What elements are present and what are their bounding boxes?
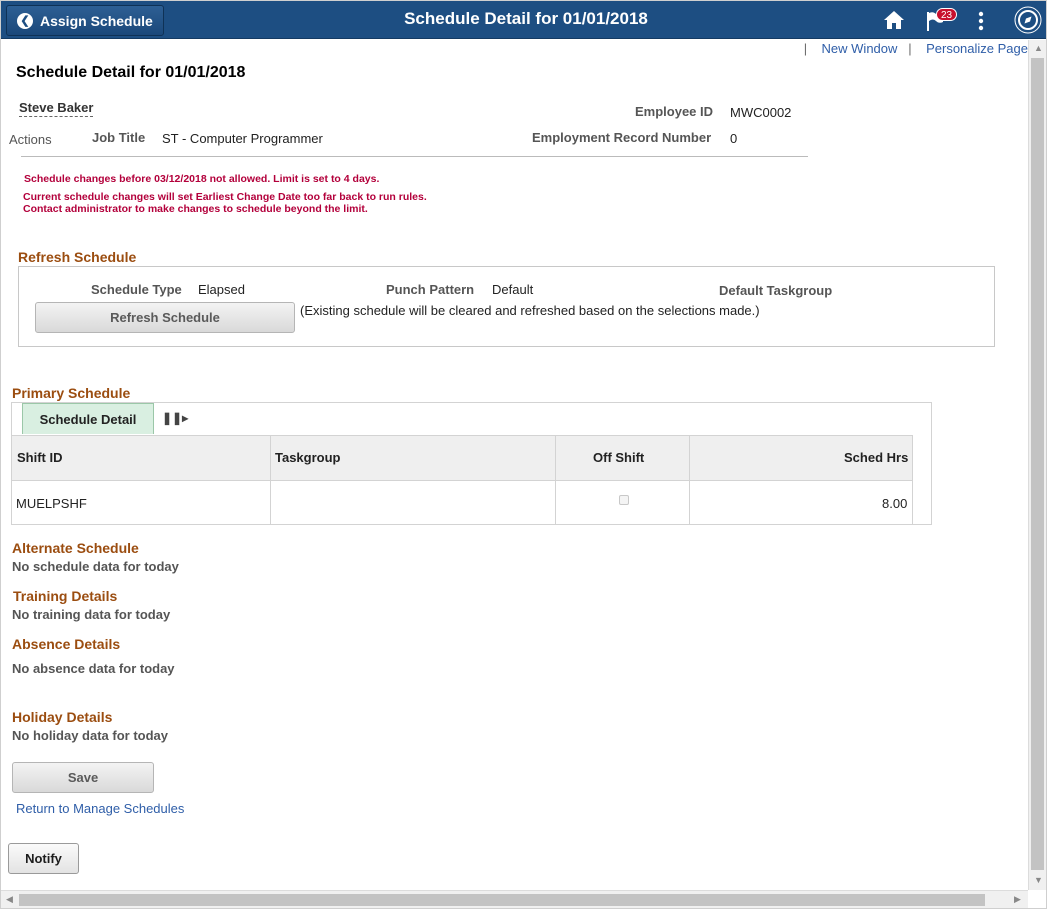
job-title-value: ST - Computer Programmer (162, 131, 323, 146)
scroll-right-icon[interactable]: ▶ (1014, 894, 1021, 905)
horizontal-scroll-thumb[interactable] (19, 894, 985, 906)
page-title: Schedule Detail for 01/01/2018 (16, 64, 245, 82)
column-divider (912, 435, 913, 524)
scroll-left-icon[interactable]: ◀ (6, 894, 13, 905)
training-details-message: No training data for today (12, 607, 170, 622)
chevron-left-icon: ❮ (17, 13, 33, 29)
refresh-schedule-section-title: Refresh Schedule (18, 249, 136, 265)
home-icon[interactable] (882, 9, 906, 34)
vertical-scrollbar[interactable]: ▲ ▼ (1028, 40, 1046, 890)
employee-name-link[interactable]: Steve Baker (19, 100, 93, 117)
return-to-manage-schedules-link[interactable]: Return to Manage Schedules (16, 801, 184, 816)
actions-menu[interactable]: Actions (9, 132, 52, 147)
absence-details-section-title: Absence Details (12, 636, 120, 652)
alternate-schedule-section-title: Alternate Schedule (12, 540, 139, 556)
warning-message: Schedule changes before 03/12/2018 not a… (24, 173, 379, 185)
grid-header-row (12, 435, 912, 481)
notify-button-label: Notify (25, 851, 62, 866)
page-content: | New Window | Personalize Page Schedule… (1, 40, 1028, 890)
schedule-type-value: Elapsed (198, 282, 245, 297)
warning-message: Current schedule changes will set Earlie… (23, 191, 427, 203)
default-taskgroup-label: Default Taskgroup (719, 283, 832, 298)
employment-record-label: Employment Record Number (532, 130, 711, 145)
navbar-compass-icon[interactable] (1013, 5, 1043, 38)
separator: | (908, 41, 911, 56)
punch-pattern-label: Punch Pattern (386, 282, 474, 297)
refresh-schedule-button[interactable]: Refresh Schedule (35, 302, 295, 333)
show-all-columns-icon[interactable]: ❚❚▸ (162, 411, 188, 425)
save-button-label: Save (68, 770, 98, 785)
column-header-sched-hrs: Sched Hrs (844, 450, 908, 465)
horizontal-scrollbar[interactable]: ◀ ▶ (1, 890, 1028, 908)
column-divider (270, 435, 271, 524)
employee-id-label: Employee ID (635, 104, 713, 119)
refresh-note: (Existing schedule will be cleared and r… (300, 303, 760, 318)
holiday-details-message: No holiday data for today (12, 728, 168, 743)
vertical-scroll-thumb[interactable] (1031, 58, 1044, 870)
top-links: | New Window | Personalize Page (804, 41, 1028, 56)
employee-id-value: MWC0002 (730, 105, 791, 120)
employment-record-value: 0 (730, 131, 737, 146)
column-header-shift-id: Shift ID (17, 450, 63, 465)
tab-label: Schedule Detail (40, 412, 137, 427)
notify-button[interactable]: Notify (8, 843, 79, 874)
more-vertical-icon[interactable] (976, 10, 986, 35)
primary-schedule-section-title: Primary Schedule (12, 385, 130, 401)
divider (21, 156, 808, 157)
column-header-off-shift: Off Shift (593, 450, 644, 465)
schedule-type-label: Schedule Type (91, 282, 182, 297)
new-window-link[interactable]: New Window (822, 41, 898, 56)
scroll-up-icon[interactable]: ▲ (1034, 43, 1043, 53)
separator: | (804, 41, 807, 56)
tab-schedule-detail[interactable]: Schedule Detail (22, 403, 154, 434)
schedule-grid: Schedule Detail ❚❚▸ Shift ID Taskgroup O… (11, 402, 932, 525)
back-button-label: Assign Schedule (40, 13, 153, 29)
refresh-schedule-button-label: Refresh Schedule (110, 310, 220, 325)
column-divider (689, 435, 690, 524)
save-button[interactable]: Save (12, 762, 154, 793)
notification-count-badge: 23 (936, 8, 957, 21)
scroll-down-icon[interactable]: ▼ (1034, 875, 1043, 885)
holiday-details-section-title: Holiday Details (12, 709, 112, 725)
absence-details-message: No absence data for today (12, 661, 175, 676)
sched-hrs-cell: 8.00 (882, 496, 907, 511)
back-button[interactable]: ❮ Assign Schedule (6, 5, 164, 36)
personalize-page-link[interactable]: Personalize Page (926, 41, 1028, 56)
training-details-section-title: Training Details (13, 588, 117, 604)
alternate-schedule-message: No schedule data for today (12, 559, 179, 574)
column-divider (555, 435, 556, 524)
column-header-taskgroup: Taskgroup (275, 450, 341, 465)
job-title-label: Job Title (92, 130, 145, 145)
page-header: ❮ Assign Schedule Schedule Detail for 01… (1, 1, 1046, 39)
off-shift-checkbox[interactable] (619, 495, 629, 505)
shift-id-cell: MUELPSHF (16, 496, 87, 511)
punch-pattern-value: Default (492, 282, 533, 297)
header-title: Schedule Detail for 01/01/2018 (301, 9, 751, 29)
warning-message: Contact administrator to make changes to… (23, 203, 368, 215)
